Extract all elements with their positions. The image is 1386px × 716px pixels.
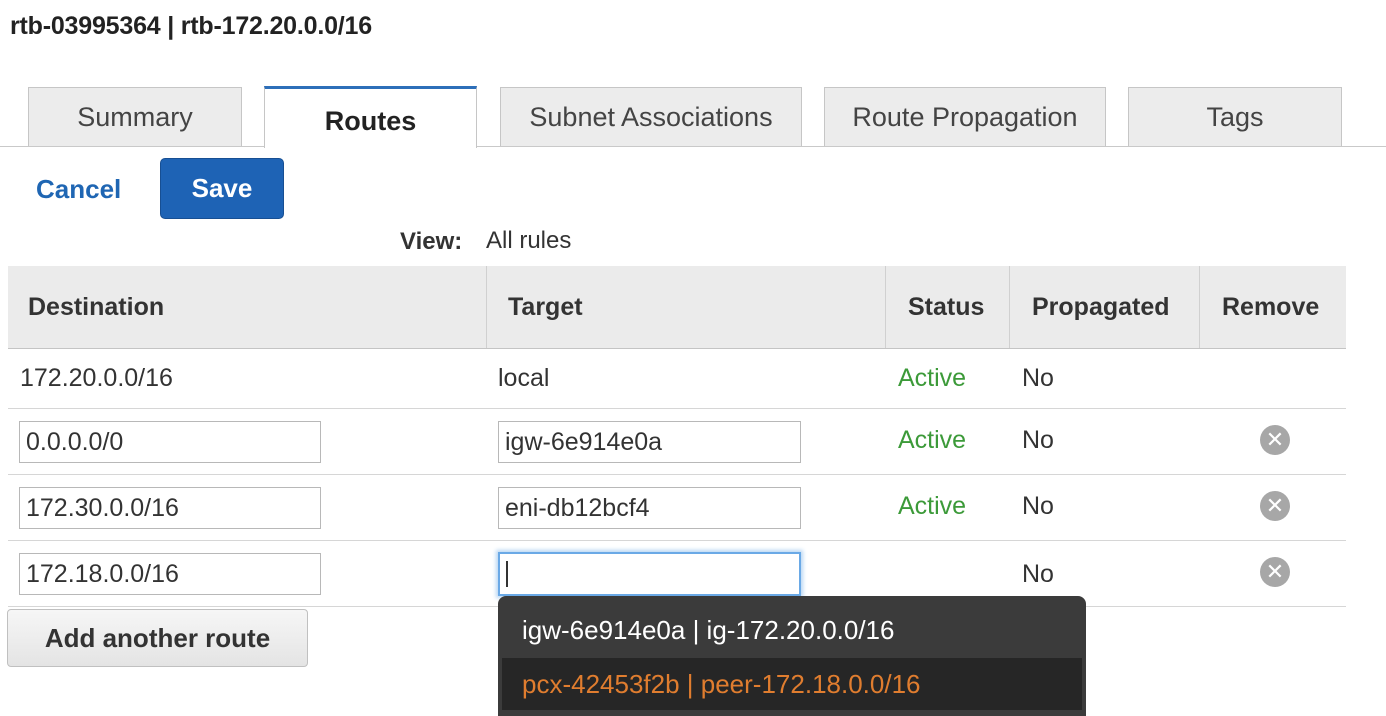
page-title: rtb-03995364 | rtb-172.20.0.0/16	[10, 12, 372, 40]
status-cell: Active	[898, 364, 967, 392]
column-separator	[1199, 266, 1200, 348]
tab-route-propagation[interactable]: Route Propagation	[824, 87, 1106, 146]
remove-circle-x-icon[interactable]: ✕	[1260, 491, 1290, 521]
propagated-cell: No	[1022, 364, 1054, 392]
target-input-focused[interactable]	[498, 552, 801, 596]
target-autocomplete-dropdown: igw-6e914e0a | ig-172.20.0.0/16 pcx-4245…	[498, 596, 1086, 716]
column-header-remove: Remove	[1222, 292, 1320, 321]
tab-routes[interactable]: Routes	[264, 86, 477, 148]
column-separator	[885, 266, 886, 348]
text-caret	[506, 561, 508, 587]
destination-input[interactable]: 172.18.0.0/16	[19, 553, 321, 595]
status-cell: Active	[898, 426, 967, 454]
view-filter-value[interactable]: All rules	[486, 227, 571, 255]
target-cell: local	[498, 364, 550, 392]
column-header-destination: Destination	[28, 292, 165, 321]
column-header-target: Target	[508, 292, 583, 321]
remove-circle-x-icon[interactable]: ✕	[1260, 557, 1290, 587]
routes-table-header: Destination Target Status Propagated Rem…	[8, 266, 1346, 349]
target-input[interactable]: eni-db12bcf4	[498, 487, 801, 529]
add-another-route-button[interactable]: Add another route	[7, 609, 308, 667]
dropdown-option[interactable]: igw-6e914e0a | ig-172.20.0.0/16	[498, 604, 1086, 656]
column-separator	[486, 266, 487, 348]
row-divider	[8, 408, 1346, 409]
column-header-propagated: Propagated	[1032, 292, 1170, 321]
row-divider	[8, 474, 1346, 475]
target-input[interactable]: igw-6e914e0a	[498, 421, 801, 463]
propagated-cell: No	[1022, 492, 1054, 520]
tab-divider	[0, 146, 1386, 147]
destination-input[interactable]: 172.30.0.0/16	[19, 487, 321, 529]
destination-cell: 172.20.0.0/16	[20, 364, 173, 392]
remove-circle-x-icon[interactable]: ✕	[1260, 425, 1290, 455]
tab-summary[interactable]: Summary	[28, 87, 242, 146]
view-label: View:	[400, 228, 463, 255]
save-button[interactable]: Save	[160, 158, 284, 219]
column-separator	[1009, 266, 1010, 348]
tab-tags[interactable]: Tags	[1128, 87, 1342, 146]
cancel-button[interactable]: Cancel	[36, 174, 121, 205]
status-cell: Active	[898, 492, 967, 520]
propagated-cell: No	[1022, 560, 1054, 588]
dropdown-option-highlighted[interactable]: pcx-42453f2b | peer-172.18.0.0/16	[502, 658, 1082, 710]
column-header-status: Status	[908, 292, 985, 321]
destination-input[interactable]: 0.0.0.0/0	[19, 421, 321, 463]
row-divider	[8, 540, 1346, 541]
tab-subnet-associations[interactable]: Subnet Associations	[500, 87, 802, 146]
propagated-cell: No	[1022, 426, 1054, 454]
